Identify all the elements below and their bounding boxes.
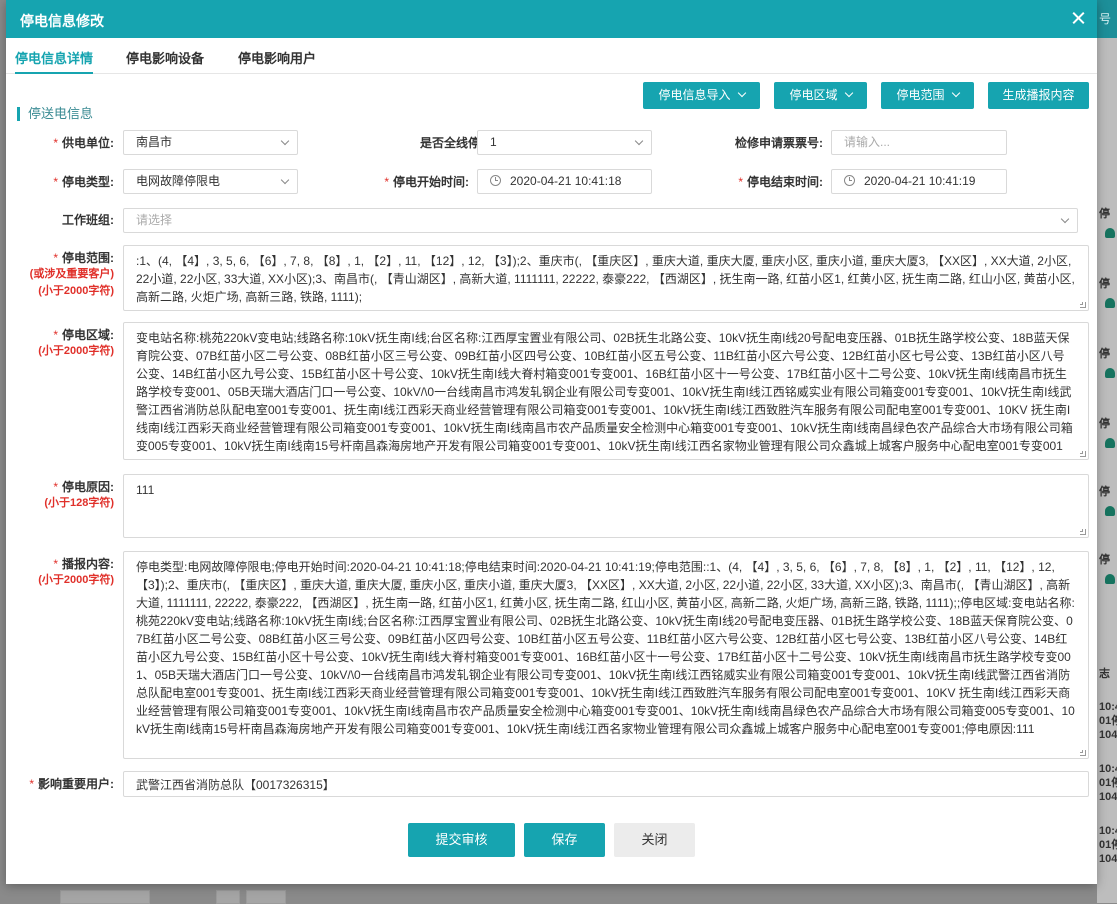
outage-range-button[interactable]: 停电范围 [881, 82, 974, 109]
resize-handle-icon[interactable] [1080, 302, 1086, 308]
important-users-field[interactable]: 武警江西省消防总队【0017326315】 [123, 771, 1089, 797]
outage-edit-dialog: 停电信息修改 停电信息详情 停电影响设备 停电影响用户 停送电信息 停电信息导入… [6, 0, 1097, 884]
user-icon [1105, 506, 1115, 516]
background-row-text: 停 [1099, 418, 1110, 430]
background-row-text: 01停 [1099, 839, 1117, 851]
clock-icon [490, 175, 501, 186]
background-row-text: 01停 [1099, 715, 1117, 727]
area-textarea[interactable]: 变电站名称:桃苑220kV变电站;线路名称:10kV抚生南I线;台区名称:江西厚… [123, 322, 1089, 460]
full-line-select[interactable]: 1 [477, 130, 652, 155]
chevron-down-icon [280, 175, 290, 185]
background-page-size-select [60, 890, 150, 904]
chevron-down-icon [280, 136, 290, 146]
tab-affected-devices[interactable]: 停电影响设备 [126, 48, 204, 67]
chevron-down-icon [634, 136, 644, 146]
start-time-picker[interactable]: 2020-04-21 10:41:18 [477, 169, 652, 194]
supply-unit-label: * 供电单位: [53, 136, 114, 150]
background-header-bar: 号 [1097, 0, 1117, 38]
chevron-down-icon [951, 88, 960, 98]
broadcast-textarea[interactable]: 停电类型:电网故障停限电;停电开始时间:2020-04-21 10:41:18;… [123, 551, 1089, 759]
background-page-input [246, 890, 286, 904]
save-button[interactable]: 保存 [524, 823, 605, 857]
outage-range-label: 停电范围 [896, 88, 945, 102]
background-right-panel: 号 停 停 停 停 停 停 志 10:4 01停 104 10:4 01停 10… [1097, 0, 1117, 903]
outage-area-button[interactable]: 停电区域 [774, 82, 867, 109]
background-page-button [216, 890, 240, 904]
user-icon [1105, 368, 1115, 378]
outage-import-label: 停电信息导入 [658, 88, 731, 102]
background-row-text: 104 [1099, 853, 1117, 865]
work-team-select[interactable]: 请选择 [123, 208, 1078, 233]
user-icon [1105, 228, 1115, 238]
section-title: 停送电信息 [17, 107, 93, 121]
dialog-header: 停电信息修改 [6, 0, 1097, 38]
reason-label: * 停电原因: (小于128字符) [44, 480, 114, 509]
chevron-down-icon [844, 88, 853, 98]
chevron-down-icon [737, 88, 746, 98]
outage-area-label: 停电区域 [789, 88, 838, 102]
work-team-label: 工作班组: [62, 213, 114, 227]
start-time-label: * 停电开始时间: [384, 175, 469, 189]
user-icon [1105, 438, 1115, 448]
chevron-down-icon [1060, 214, 1070, 224]
outage-import-button[interactable]: 停电信息导入 [643, 82, 760, 109]
background-row-text: 志 [1099, 668, 1110, 680]
resize-handle-icon[interactable] [1080, 750, 1086, 756]
end-time-label: * 停电结束时间: [738, 175, 823, 189]
background-row-text: 10:4 [1099, 825, 1117, 837]
dialog-title: 停电信息修改 [20, 13, 104, 29]
outage-type-label: * 停电类型: [53, 175, 114, 189]
resize-handle-icon[interactable] [1080, 529, 1086, 535]
ticket-number-input[interactable]: 请输入... [831, 130, 1007, 155]
tab-bar: 停电信息详情 停电影响设备 停电影响用户 [6, 38, 1097, 74]
background-header-text: 号 [1099, 12, 1112, 26]
resize-handle-icon[interactable] [1080, 451, 1086, 457]
background-row-text: 停 [1099, 348, 1110, 360]
background-row-text: 104 [1099, 729, 1117, 741]
background-row-text: 01停 [1099, 777, 1117, 789]
supply-unit-select[interactable]: 南昌市 [123, 130, 298, 155]
area-label: * 停电区域: (小于2000字符) [38, 328, 114, 357]
close-icon[interactable] [1067, 6, 1091, 30]
outage-type-select[interactable]: 电网故障停限电 [123, 169, 298, 194]
clock-icon [844, 175, 855, 186]
background-row-text: 104 [1099, 791, 1117, 803]
generate-broadcast-button[interactable]: 生成播报内容 [988, 82, 1089, 109]
tab-affected-users[interactable]: 停电影响用户 [238, 48, 316, 67]
background-row-text: 停 [1099, 486, 1110, 498]
end-time-picker[interactable]: 2020-04-21 10:41:19 [831, 169, 1007, 194]
background-row-text: 停 [1099, 554, 1110, 566]
background-row-text: 停 [1099, 278, 1110, 290]
broadcast-label: * 播报内容: (小于2000字符) [38, 557, 114, 586]
user-icon [1105, 298, 1115, 308]
range-label: * 停电范围: (或涉及重要客户) (小于2000字符) [29, 251, 114, 297]
close-button[interactable]: 关闭 [614, 823, 695, 857]
reason-textarea[interactable]: 111 [123, 474, 1089, 538]
submit-review-button[interactable]: 提交审核 [408, 823, 515, 857]
background-row-text: 10:4 [1099, 701, 1117, 713]
ticket-number-label: 检修申请票票号: [735, 136, 823, 150]
background-row-text: 10:4 [1099, 763, 1117, 775]
background-pagination-bar [0, 884, 1097, 904]
user-icon [1105, 574, 1115, 584]
tab-outage-details[interactable]: 停电信息详情 [15, 48, 94, 74]
background-row-text: 停 [1099, 208, 1110, 220]
important-users-label: * 影响重要用户: [29, 777, 114, 791]
range-textarea[interactable]: :1、(4, 【4】, 3, 5, 6, 【6】, 7, 8, 【8】, 1, … [123, 245, 1089, 311]
